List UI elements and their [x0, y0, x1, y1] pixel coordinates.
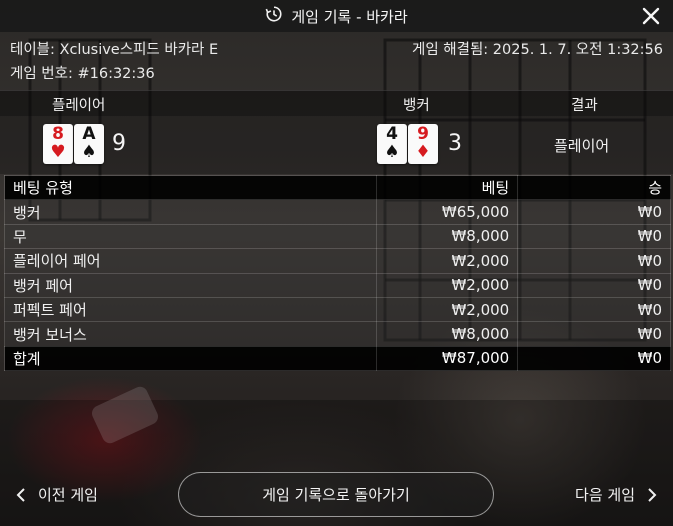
- banker-card-2: 9 ♦: [408, 124, 438, 164]
- bet-amount: ₩8,000: [376, 321, 519, 347]
- settled-time: 게임 해결됨: 2025. 1. 7. 오전 1:32:56: [412, 42, 663, 58]
- bet-amount: ₩8,000: [376, 223, 519, 250]
- game-result: 플레이어: [554, 137, 610, 155]
- player-label: 플레이어: [52, 98, 106, 114]
- table-row: 뱅커 ₩65,000 ₩0: [3, 199, 671, 225]
- close-button[interactable]: [641, 6, 661, 26]
- table-row: 뱅커 보너스 ₩8,000 ₩0: [3, 321, 671, 347]
- total-win: ₩0: [517, 345, 671, 372]
- bet-amount: ₩2,000: [376, 296, 519, 323]
- card-rank: 8: [52, 124, 64, 144]
- header-win: 승: [517, 174, 671, 201]
- hand-header: 플레이어 뱅커 결과: [0, 90, 673, 116]
- win-amount: ₩0: [517, 296, 671, 323]
- total-label: 합계: [3, 345, 378, 372]
- header: 게임 기록 - 바카라: [0, 0, 673, 32]
- card-rank: 4: [386, 124, 398, 144]
- total-bet: ₩87,000: [376, 345, 519, 372]
- header-bet-type: 베팅 유형: [3, 174, 378, 201]
- back-to-history-button[interactable]: 게임 기록으로 돌아가기: [178, 472, 494, 517]
- game-number: 게임 번호: #16:32:36: [10, 66, 155, 82]
- card-rank: 9: [417, 124, 429, 144]
- bet-type: 무: [3, 223, 378, 250]
- player-card-2: A ♠: [74, 124, 104, 164]
- banker-card-1: 4 ♠: [377, 124, 407, 164]
- banker-label: 뱅커: [403, 98, 430, 114]
- win-amount: ₩0: [517, 321, 671, 347]
- bets-table: 베팅 유형 베팅 승 뱅커 ₩65,000 ₩0 무 ₩8,000 ₩0 플레이…: [3, 174, 671, 372]
- table-row: 퍼펙트 페어 ₩2,000 ₩0: [3, 296, 671, 323]
- bet-type: 뱅커 페어: [3, 272, 378, 298]
- win-amount: ₩0: [517, 272, 671, 298]
- bet-type: 뱅커 보너스: [3, 321, 378, 347]
- table-row: 무 ₩8,000 ₩0: [3, 223, 671, 250]
- header-bet: 베팅: [376, 174, 519, 201]
- result-label: 결과: [571, 98, 598, 114]
- total-row: 합계 ₩87,000 ₩0: [3, 345, 671, 372]
- win-amount: ₩0: [517, 248, 671, 274]
- player-score: 9: [112, 131, 126, 156]
- page-title: 게임 기록 - 바카라: [291, 7, 408, 26]
- chevron-right-icon[interactable]: [647, 487, 657, 502]
- card-suit: ♦: [415, 142, 431, 162]
- table-row: 플레이어 페어 ₩2,000 ₩0: [3, 248, 671, 274]
- win-amount: ₩0: [517, 223, 671, 250]
- win-amount: ₩0: [517, 199, 671, 225]
- close-icon[interactable]: [641, 6, 661, 26]
- card-suit: ♥: [50, 142, 66, 162]
- bet-amount: ₩65,000: [376, 199, 519, 225]
- card-rank: A: [82, 124, 96, 144]
- card-suit: ♠: [384, 142, 400, 162]
- bet-type: 뱅커: [3, 199, 378, 225]
- history-icon: [265, 5, 283, 27]
- table-header-row: 베팅 유형 베팅 승: [3, 174, 671, 201]
- next-game-label[interactable]: 다음 게임: [575, 484, 635, 505]
- player-card-1: 8 ♥: [43, 124, 73, 164]
- previous-game-button[interactable]: 이전 게임: [16, 484, 98, 505]
- bet-type: 플레이어 페어: [3, 248, 378, 274]
- table-row: 뱅커 페어 ₩2,000 ₩0: [3, 272, 671, 298]
- bet-type: 퍼펙트 페어: [3, 296, 378, 323]
- next-game-button[interactable]: 다음 게임: [575, 484, 657, 505]
- back-to-history-label[interactable]: 게임 기록으로 돌아가기: [262, 484, 410, 505]
- bet-amount: ₩2,000: [376, 248, 519, 274]
- bet-amount: ₩2,000: [376, 272, 519, 298]
- card-suit: ♠: [81, 142, 97, 162]
- banker-score: 3: [448, 131, 462, 156]
- previous-game-label[interactable]: 이전 게임: [38, 484, 98, 505]
- chevron-left-icon[interactable]: [16, 487, 26, 502]
- table-name: 테이블: Xclusive스피드 바카라 E: [10, 42, 219, 58]
